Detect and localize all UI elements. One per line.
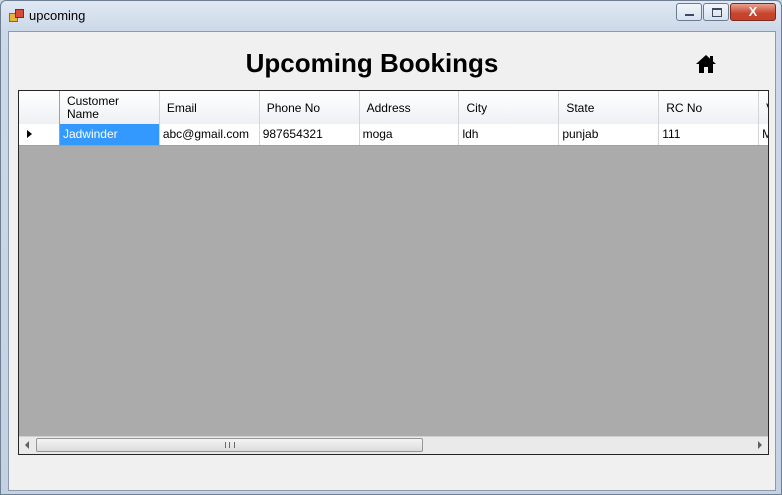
scroll-left-icon[interactable] bbox=[25, 441, 29, 449]
column-header-customer-name[interactable]: Customer Name bbox=[59, 91, 160, 124]
scrollbar-thumb[interactable] bbox=[36, 438, 423, 452]
cell-email[interactable]: abc@gmail.com bbox=[160, 124, 260, 145]
column-header-rc-no[interactable]: RC No bbox=[659, 91, 760, 124]
close-icon: X bbox=[748, 4, 758, 19]
page-title: Upcoming Bookings bbox=[245, 48, 499, 78]
scroll-right-icon[interactable] bbox=[758, 441, 762, 449]
column-header-city[interactable]: City bbox=[459, 91, 560, 124]
column-header-v[interactable]: V bbox=[759, 91, 768, 124]
cell-city[interactable]: ldh bbox=[459, 124, 560, 145]
grip-icon bbox=[225, 442, 235, 448]
app-icon bbox=[9, 9, 24, 23]
horizontal-scrollbar[interactable] bbox=[19, 436, 768, 454]
window-title: upcoming bbox=[29, 8, 86, 23]
grid-header: Customer Name Email Phone No Address Cit… bbox=[19, 91, 768, 125]
column-header-address[interactable]: Address bbox=[359, 91, 460, 124]
bookings-grid[interactable]: Customer Name Email Phone No Address Cit… bbox=[18, 90, 769, 455]
column-header-phone[interactable]: Phone No bbox=[259, 91, 360, 124]
cell-customer-name[interactable]: Jadwinder bbox=[59, 124, 160, 145]
minimize-button[interactable] bbox=[676, 3, 702, 21]
cell-address[interactable]: moga bbox=[360, 124, 460, 145]
table-row[interactable]: Jadwinder abc@gmail.com 987654321 moga l… bbox=[19, 124, 768, 146]
home-icon[interactable] bbox=[695, 54, 717, 74]
row-header-corner[interactable] bbox=[19, 91, 60, 124]
column-header-state[interactable]: State bbox=[559, 91, 660, 124]
cell-v[interactable]: M bbox=[759, 124, 768, 145]
cell-rc-no[interactable]: 111 bbox=[659, 124, 760, 145]
column-header-email[interactable]: Email bbox=[159, 91, 260, 124]
close-button[interactable]: X bbox=[730, 3, 776, 21]
cell-state[interactable]: punjab bbox=[559, 124, 660, 145]
app-window: upcoming X Upcoming Bookings Customer Na… bbox=[0, 0, 782, 495]
current-row-arrow-icon bbox=[27, 130, 32, 138]
title-bar[interactable]: upcoming X bbox=[1, 1, 781, 30]
client-area: Upcoming Bookings Customer Name Email Ph… bbox=[8, 31, 776, 491]
maximize-button[interactable] bbox=[703, 3, 729, 21]
cell-phone[interactable]: 987654321 bbox=[260, 124, 360, 145]
row-header[interactable] bbox=[19, 124, 60, 145]
